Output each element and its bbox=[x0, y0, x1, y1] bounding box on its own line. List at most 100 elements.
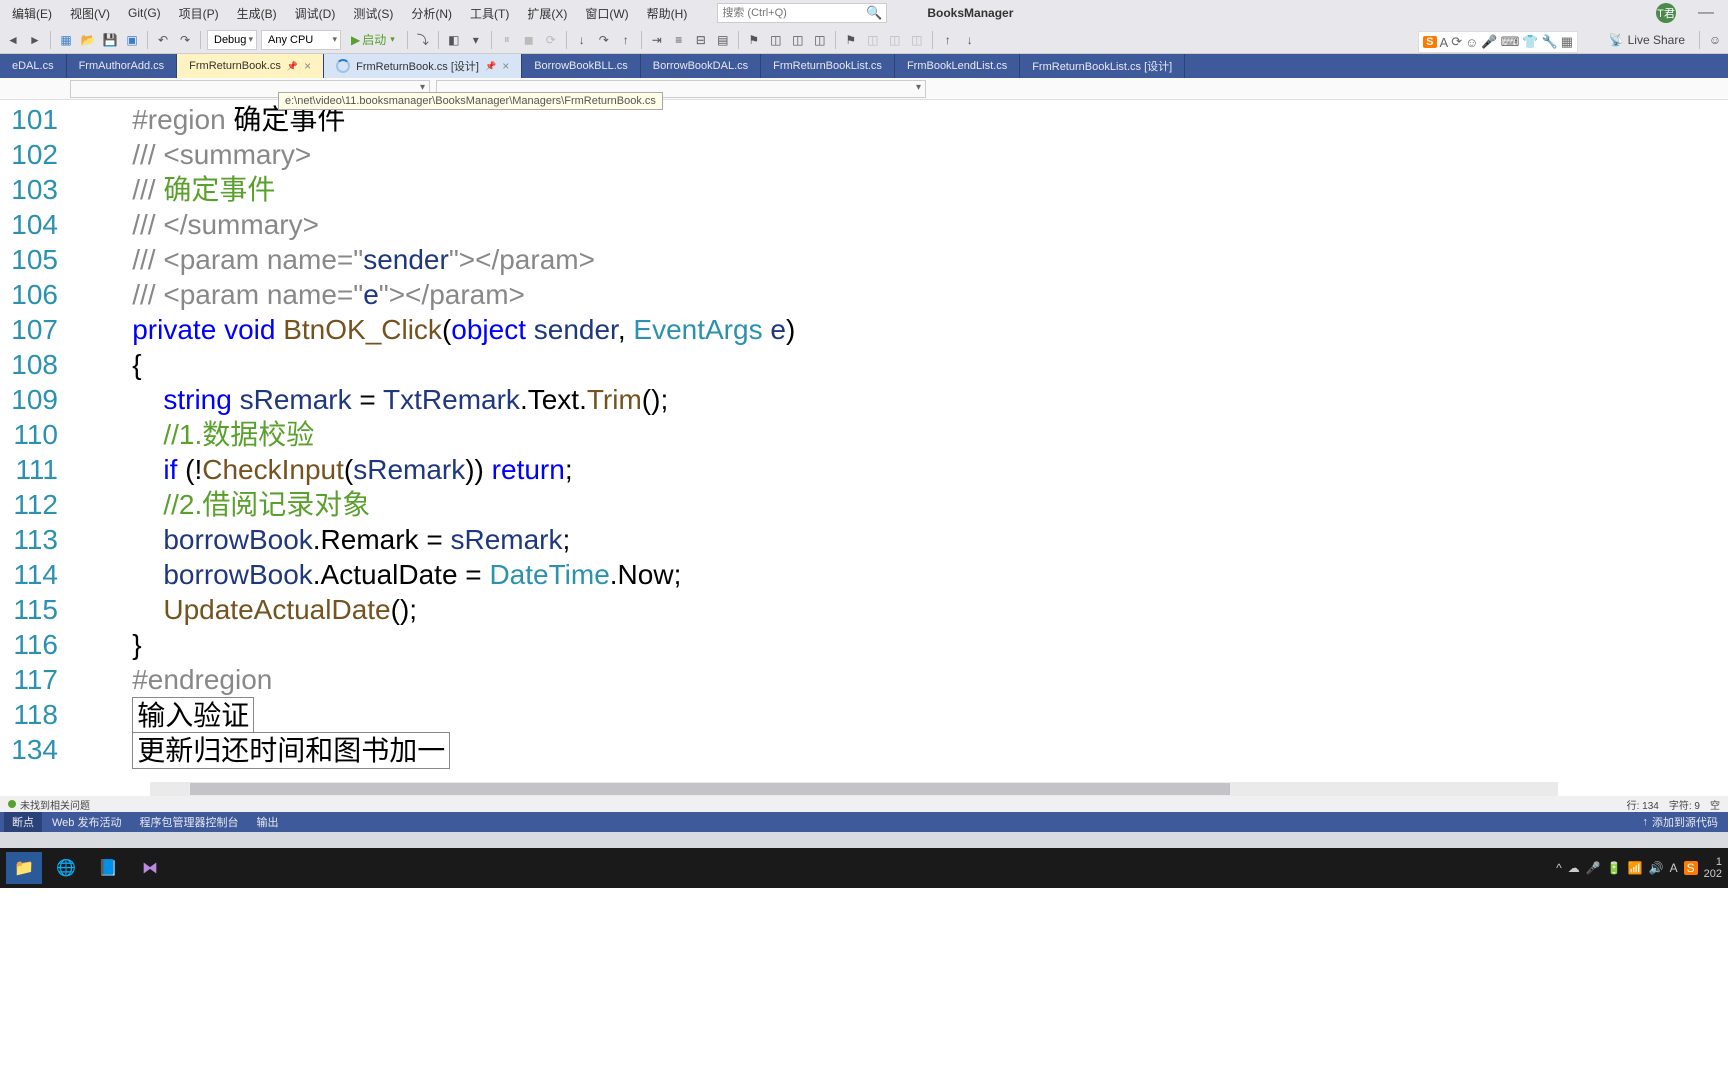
visual-studio-icon[interactable]: ⧓ bbox=[132, 852, 168, 884]
tray-cloud-icon[interactable]: ☁ bbox=[1568, 861, 1580, 875]
tool-a-icon[interactable]: ◫ bbox=[767, 31, 785, 49]
feedback-icon[interactable]: ☺ bbox=[1706, 31, 1724, 49]
file-explorer-icon[interactable]: 📁 bbox=[6, 852, 42, 884]
tool-icon-2[interactable]: ▾ bbox=[467, 31, 485, 49]
flag-icon[interactable]: ⚑ bbox=[842, 31, 860, 49]
tab-frmauthoradd[interactable]: FrmAuthorAdd.cs bbox=[67, 54, 178, 78]
uncomment-icon[interactable]: ⊟ bbox=[692, 31, 710, 49]
tray-ime-a-icon[interactable]: A bbox=[1670, 861, 1678, 875]
ime-toolbar[interactable]: S A ⟳ ☺ 🎤 ⌨ 👕 🔧 ▦ bbox=[1418, 31, 1578, 53]
search-input[interactable] bbox=[722, 7, 862, 19]
bookmark-icon[interactable]: ⚑ bbox=[745, 31, 763, 49]
ime-skin-icon[interactable]: 👕 bbox=[1522, 34, 1538, 50]
menu-test[interactable]: 测试(S) bbox=[345, 2, 401, 25]
indent-icon[interactable]: ⇥ bbox=[648, 31, 666, 49]
no-issues-label[interactable]: 未找到相关问题 bbox=[20, 797, 90, 812]
btab-web-publish[interactable]: Web 发布活动 bbox=[44, 812, 129, 832]
space-indicator[interactable]: 空 bbox=[1710, 797, 1720, 812]
tab-borrowbookbll[interactable]: BorrowBookBLL.cs bbox=[522, 54, 641, 78]
ime-menu-icon[interactable]: ▦ bbox=[1561, 34, 1573, 50]
tray-mic-icon[interactable]: 🎤 bbox=[1586, 861, 1601, 875]
tool-icon[interactable]: ◧ bbox=[445, 31, 463, 49]
add-to-source-button[interactable]: ↑ 添加到源代码 bbox=[1643, 814, 1725, 830]
tool-f-icon[interactable]: ◫ bbox=[908, 31, 926, 49]
ime-mic-icon[interactable]: 🎤 bbox=[1481, 34, 1497, 50]
config-dropdown[interactable]: Debug bbox=[207, 30, 257, 50]
save-icon[interactable]: 💾 bbox=[101, 31, 119, 49]
tray-up-icon[interactable]: ^ bbox=[1556, 861, 1562, 875]
browser-icon[interactable]: 🌐 bbox=[48, 852, 84, 884]
scrollbar-thumb[interactable] bbox=[190, 783, 1230, 795]
ime-keyboard-icon[interactable]: ⌨ bbox=[1501, 34, 1520, 50]
tab-frmreturnbook[interactable]: FrmReturnBook.cs 📌 × bbox=[177, 54, 324, 78]
ime-mode-icon[interactable]: A bbox=[1440, 35, 1449, 50]
step-over-icon[interactable]: ↷ bbox=[595, 31, 613, 49]
platform-dropdown[interactable]: Any CPU bbox=[261, 30, 341, 50]
window-minimize[interactable]: — bbox=[1688, 4, 1724, 22]
redo-icon[interactable]: ↷ bbox=[176, 31, 194, 49]
menu-extensions[interactable]: 扩展(X) bbox=[519, 2, 575, 25]
tab-frmbooklendlist[interactable]: FrmBookLendList.cs bbox=[895, 54, 1020, 78]
pin-icon[interactable]: 📌 bbox=[287, 61, 298, 72]
step-down-icon[interactable]: ⤵ bbox=[414, 31, 432, 49]
tool-d-icon[interactable]: ◫ bbox=[864, 31, 882, 49]
tray-battery-icon[interactable]: 🔋 bbox=[1607, 861, 1622, 875]
pause-icon[interactable]: ⏸ bbox=[498, 31, 516, 49]
menu-view[interactable]: 视图(V) bbox=[62, 2, 118, 25]
nav-fwd-icon[interactable]: ► bbox=[26, 31, 44, 49]
code-editor[interactable]: 1011021031041051061071081091101111121131… bbox=[0, 100, 1728, 782]
tool-b-icon[interactable]: ◫ bbox=[789, 31, 807, 49]
tab-edal[interactable]: eDAL.cs bbox=[0, 54, 67, 78]
tool-c-icon[interactable]: ◫ bbox=[811, 31, 829, 49]
menu-analyze[interactable]: 分析(N) bbox=[403, 2, 460, 25]
live-share-button[interactable]: 📡 Live Share bbox=[1601, 33, 1693, 47]
menu-tools[interactable]: 工具(T) bbox=[462, 2, 517, 25]
taskbar-clock[interactable]: 1 202 bbox=[1704, 856, 1722, 880]
line-indicator[interactable]: 行: 134 bbox=[1627, 797, 1659, 812]
comment-icon[interactable]: ≡ bbox=[670, 31, 688, 49]
ime-tool-icon[interactable]: 🔧 bbox=[1542, 34, 1558, 50]
ime-cloud-icon[interactable]: ⟳ bbox=[1451, 34, 1462, 50]
tab-frmreturnbooklist[interactable]: FrmReturnBookList.cs bbox=[761, 54, 895, 78]
pin-icon[interactable]: 📌 bbox=[485, 61, 496, 72]
menu-debug[interactable]: 调试(D) bbox=[287, 2, 344, 25]
step-out-icon[interactable]: ↑ bbox=[617, 31, 635, 49]
user-avatar[interactable]: T君 bbox=[1656, 3, 1676, 23]
tray-wifi-icon[interactable]: 📶 bbox=[1628, 861, 1643, 875]
menu-help[interactable]: 帮助(H) bbox=[639, 2, 696, 25]
nav-down-icon[interactable]: ↓ bbox=[961, 31, 979, 49]
start-debug-button[interactable]: ▶ 启动 ▾ bbox=[345, 31, 401, 48]
menu-git[interactable]: Git(G) bbox=[120, 3, 169, 23]
close-icon[interactable]: × bbox=[502, 59, 509, 73]
solution-name[interactable]: BooksManager bbox=[919, 4, 1021, 22]
stop-icon[interactable]: ◼ bbox=[520, 31, 538, 49]
tab-borrowbookdal[interactable]: BorrowBookDAL.cs bbox=[641, 54, 761, 78]
tool-e-icon[interactable]: ◫ bbox=[886, 31, 904, 49]
restart-icon[interactable]: ⟳ bbox=[542, 31, 560, 49]
nav-up-icon[interactable]: ↑ bbox=[939, 31, 957, 49]
tray-volume-icon[interactable]: 🔊 bbox=[1649, 861, 1664, 875]
tab-frmreturnbooklist-design[interactable]: FrmReturnBookList.cs [设计] bbox=[1020, 54, 1185, 78]
btab-breakpoints[interactable]: 断点 bbox=[4, 812, 42, 832]
format-icon[interactable]: ▤ bbox=[714, 31, 732, 49]
char-indicator[interactable]: 字符: 9 bbox=[1669, 797, 1700, 812]
open-icon[interactable]: 📂 bbox=[79, 31, 97, 49]
undo-icon[interactable]: ↶ bbox=[154, 31, 172, 49]
ime-face-icon[interactable]: ☺ bbox=[1465, 35, 1478, 50]
code-area[interactable]: #region 确定事件 /// <summary> /// 确定事件 /// … bbox=[70, 100, 1728, 782]
new-file-icon[interactable]: ▦ bbox=[57, 31, 75, 49]
btab-output[interactable]: 输出 bbox=[248, 812, 286, 832]
app-icon-1[interactable]: 📘 bbox=[90, 852, 126, 884]
menu-window[interactable]: 窗口(W) bbox=[577, 2, 636, 25]
btab-pkg-console[interactable]: 程序包管理器控制台 bbox=[131, 812, 246, 832]
nav-back-icon[interactable]: ◄ bbox=[4, 31, 22, 49]
horizontal-scrollbar[interactable] bbox=[150, 782, 1558, 796]
tray-sogou-icon[interactable]: S bbox=[1684, 861, 1698, 875]
search-box[interactable]: 🔍 bbox=[717, 3, 887, 23]
menu-edit[interactable]: 编辑(E) bbox=[4, 2, 60, 25]
save-all-icon[interactable]: ▣ bbox=[123, 31, 141, 49]
step-into-icon[interactable]: ↓ bbox=[573, 31, 591, 49]
close-icon[interactable]: × bbox=[304, 59, 311, 73]
menu-project[interactable]: 项目(P) bbox=[171, 2, 227, 25]
tab-frmreturnbook-design[interactable]: FrmReturnBook.cs [设计] 📌 × bbox=[324, 54, 522, 78]
